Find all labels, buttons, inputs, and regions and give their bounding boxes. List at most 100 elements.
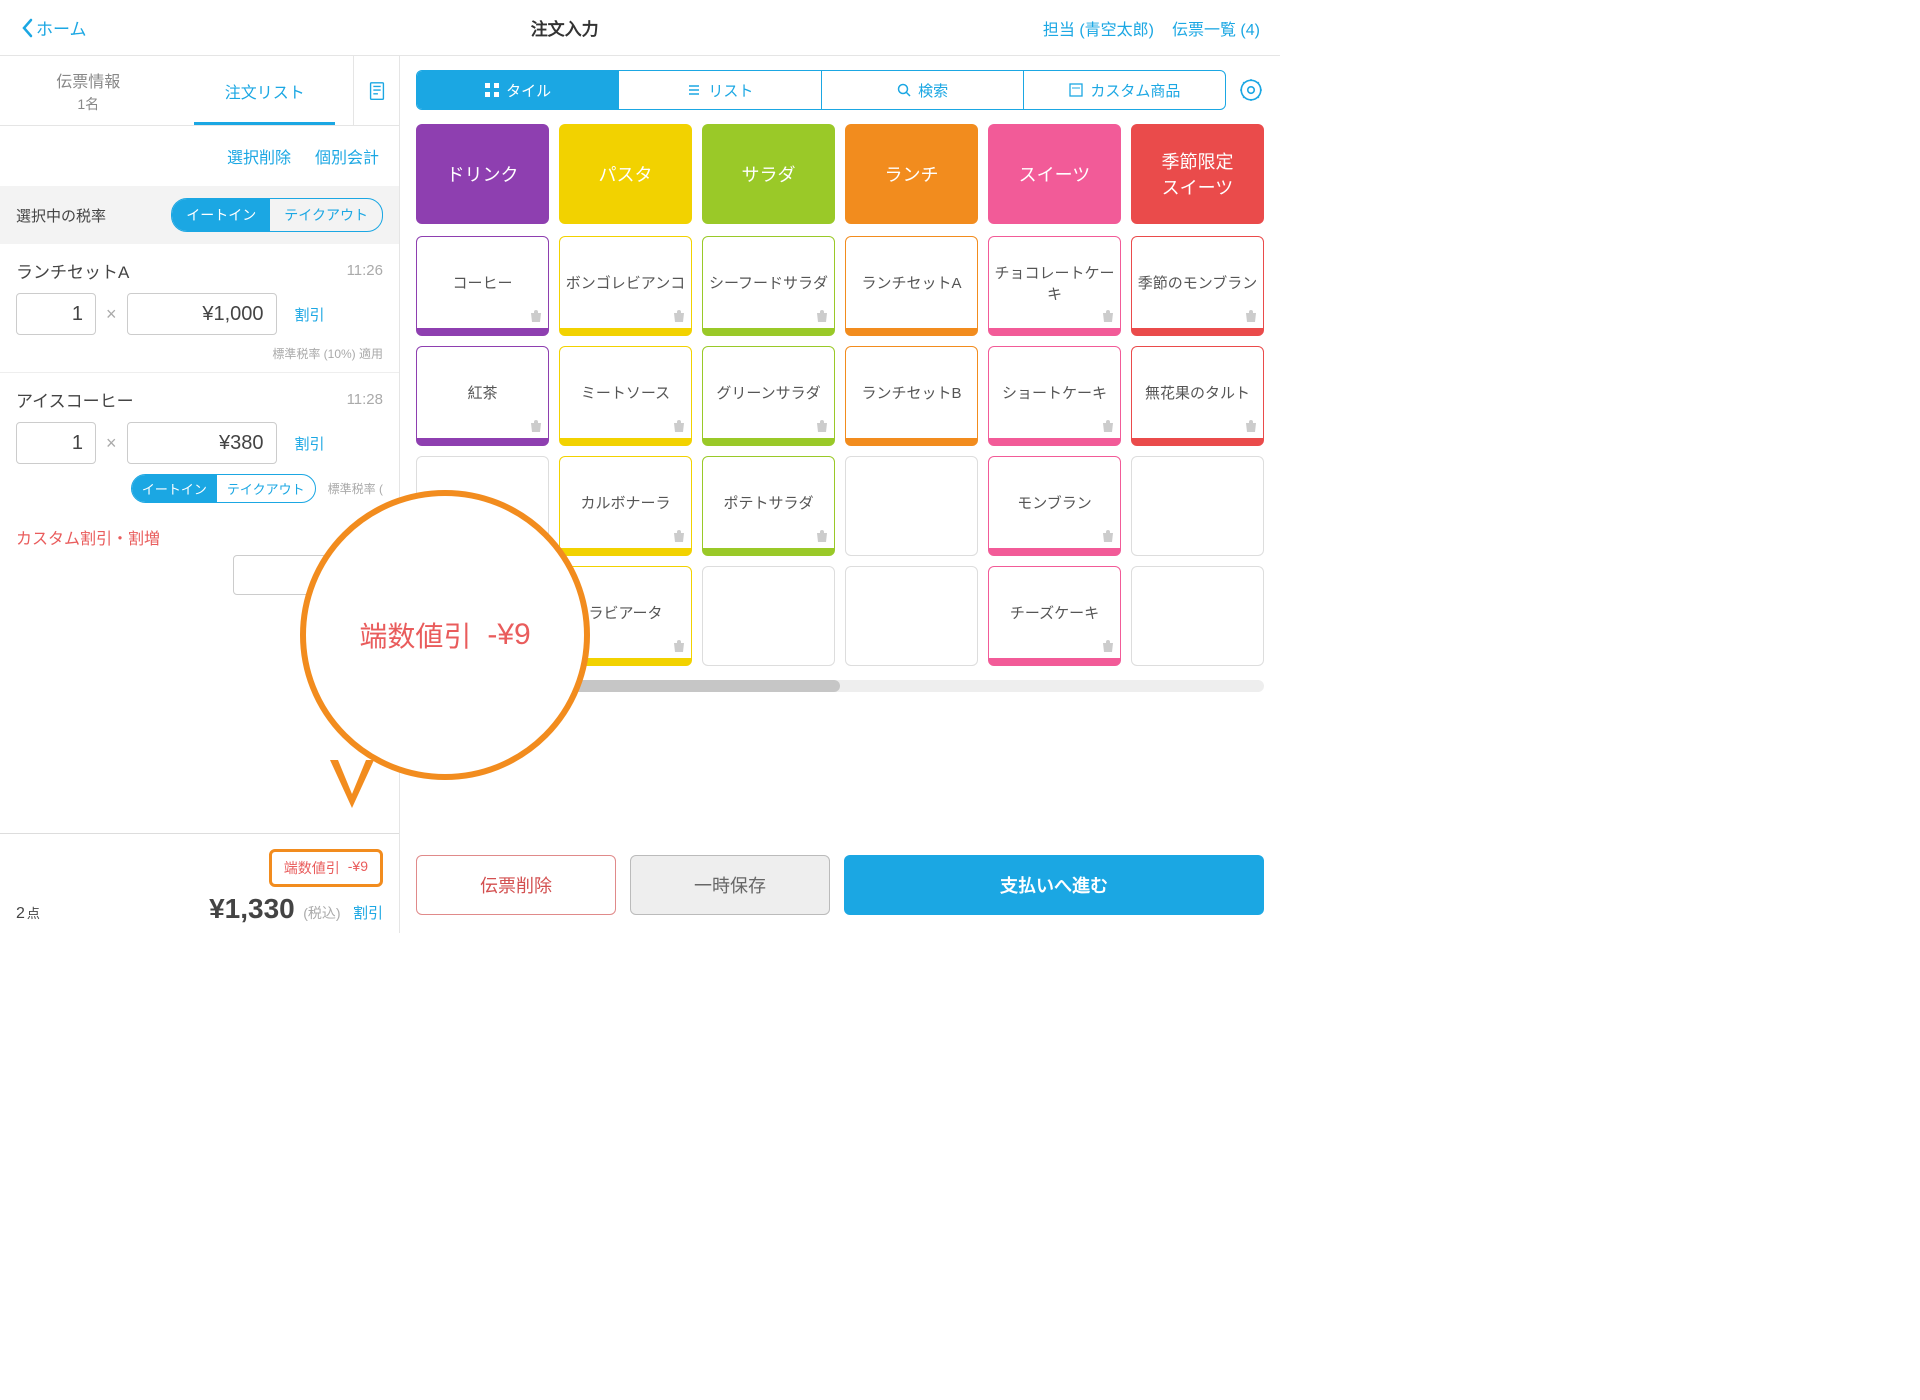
gear-icon bbox=[1238, 77, 1264, 103]
seg-tile[interactable]: タイル bbox=[417, 71, 619, 109]
bag-icon bbox=[1100, 308, 1116, 324]
cat-drink[interactable]: ドリンク bbox=[416, 124, 549, 224]
back-button[interactable]: ホーム bbox=[20, 15, 87, 40]
bag-icon bbox=[1243, 418, 1259, 434]
product-tile bbox=[845, 456, 978, 556]
seg-list[interactable]: リスト bbox=[619, 71, 821, 109]
order-item: ランチセットA 11:26 1 × ¥1,000 割引 標準税率 (10%) 適… bbox=[0, 244, 399, 373]
delete-selected[interactable]: 選択削除 bbox=[227, 144, 291, 168]
seg-custom[interactable]: カスタム商品 bbox=[1024, 71, 1225, 109]
pay-button[interactable]: 支払いへ進む bbox=[844, 855, 1264, 915]
bag-icon bbox=[671, 528, 687, 544]
bag-icon bbox=[814, 418, 830, 434]
total-discount[interactable]: 割引 bbox=[353, 905, 383, 922]
receipt-icon bbox=[366, 80, 388, 102]
product-tile[interactable]: コーヒー bbox=[416, 236, 549, 336]
item-tax-note: 標準税率 ( bbox=[328, 480, 383, 497]
item-discount[interactable]: 割引 bbox=[295, 433, 325, 454]
seg-label: タイル bbox=[506, 80, 551, 101]
delete-slip-button[interactable]: 伝票削除 bbox=[416, 855, 616, 915]
product-tile bbox=[1131, 456, 1264, 556]
seg-label: カスタム商品 bbox=[1090, 80, 1180, 101]
settings-button[interactable] bbox=[1238, 77, 1264, 103]
cat-lunch[interactable]: ランチ bbox=[845, 124, 978, 224]
price-input[interactable]: ¥1,000 bbox=[127, 293, 277, 335]
item-time: 11:28 bbox=[347, 391, 383, 408]
product-tile[interactable]: シーフードサラダ bbox=[702, 236, 835, 336]
product-tile[interactable]: モンブラン bbox=[988, 456, 1121, 556]
bag-icon bbox=[528, 308, 544, 324]
grid-icon bbox=[484, 82, 500, 98]
seg-search[interactable]: 検索 bbox=[822, 71, 1024, 109]
tax-inclusive: (税込) bbox=[303, 905, 340, 921]
item-tax-note: 標準税率 (10%) 適用 bbox=[272, 345, 383, 362]
price-input[interactable]: ¥380 bbox=[127, 422, 277, 464]
tab-sublabel: 1名 bbox=[77, 94, 99, 114]
product-tile[interactable]: ランチセットB bbox=[845, 346, 978, 446]
individual-checkout[interactable]: 個別会計 bbox=[315, 144, 379, 168]
list-icon bbox=[686, 82, 702, 98]
product-tile[interactable]: ランチセットA bbox=[845, 236, 978, 336]
item-name: ランチセットA bbox=[16, 258, 129, 283]
rounding-highlight: 端数値引 -¥9 bbox=[269, 849, 383, 887]
tab-label: 注文リスト bbox=[225, 79, 305, 103]
bag-icon bbox=[814, 528, 830, 544]
staff-link[interactable]: 担当 (青空太郎) bbox=[1043, 16, 1154, 40]
product-tile[interactable]: グリーンサラダ bbox=[702, 346, 835, 446]
product-tile bbox=[702, 566, 835, 666]
callout-bubble: 端数値引 -¥9 bbox=[300, 490, 590, 780]
calc-icon bbox=[1068, 82, 1084, 98]
tab-label: 伝票情報 bbox=[56, 68, 120, 92]
product-tile[interactable]: 季節のモンブラン bbox=[1131, 236, 1264, 336]
bag-icon bbox=[1100, 418, 1116, 434]
tab-slip-info[interactable]: 伝票情報 1名 bbox=[0, 56, 177, 125]
total-amount: ¥1,330 bbox=[209, 893, 295, 924]
item-discount[interactable]: 割引 bbox=[295, 304, 325, 325]
multiply-icon: × bbox=[106, 304, 117, 325]
product-tile[interactable]: ミートソース bbox=[559, 346, 692, 446]
back-label: ホーム bbox=[36, 15, 87, 40]
tax-rate-label: 選択中の税率 bbox=[16, 205, 106, 226]
rounding-amount: -¥9 bbox=[348, 858, 368, 878]
callout-tail bbox=[330, 760, 374, 808]
product-tile[interactable]: カルボナーラ bbox=[559, 456, 692, 556]
cat-sweets[interactable]: スイーツ bbox=[988, 124, 1121, 224]
eatin-toggle[interactable]: イートイン bbox=[132, 475, 217, 502]
bag-icon bbox=[814, 308, 830, 324]
order-item: アイスコーヒー 11:28 1 × ¥380 割引 イートイン テイクアウト 標… bbox=[0, 373, 399, 513]
bag-icon bbox=[671, 418, 687, 434]
hold-button[interactable]: 一時保存 bbox=[630, 855, 830, 915]
product-tile[interactable]: ショートケーキ bbox=[988, 346, 1121, 446]
takeout-toggle[interactable]: テイクアウト bbox=[270, 199, 382, 231]
item-count: 2点 bbox=[16, 903, 40, 923]
bag-icon bbox=[1243, 308, 1259, 324]
product-tile[interactable]: ボンゴレビアンコ bbox=[559, 236, 692, 336]
product-tile[interactable]: 紅茶 bbox=[416, 346, 549, 446]
tax-pill: イートイン テイクアウト bbox=[171, 198, 383, 232]
product-tile[interactable]: チーズケーキ bbox=[988, 566, 1121, 666]
slip-list-link[interactable]: 伝票一覧 (4) bbox=[1172, 16, 1260, 40]
receipt-icon-button[interactable] bbox=[353, 56, 399, 125]
product-tile[interactable]: ポテトサラダ bbox=[702, 456, 835, 556]
eatin-toggle[interactable]: イートイン bbox=[172, 199, 270, 231]
takeout-toggle[interactable]: テイクアウト bbox=[217, 475, 315, 502]
cat-seasonal[interactable]: 季節限定 スイーツ bbox=[1131, 124, 1264, 224]
bag-icon bbox=[1100, 528, 1116, 544]
product-tile[interactable]: 無花果のタルト bbox=[1131, 346, 1264, 446]
bag-icon bbox=[528, 418, 544, 434]
qty-input[interactable]: 1 bbox=[16, 422, 96, 464]
item-tax-pill: イートイン テイクアウト bbox=[131, 474, 316, 503]
callout-label: 端数値引 bbox=[359, 615, 471, 655]
cat-salad[interactable]: サラダ bbox=[702, 124, 835, 224]
multiply-icon: × bbox=[106, 433, 117, 454]
tab-order-list[interactable]: 注文リスト bbox=[177, 56, 354, 125]
bag-icon bbox=[1100, 638, 1116, 654]
rounding-label: 端数値引 bbox=[284, 858, 340, 878]
cat-pasta[interactable]: パスタ bbox=[559, 124, 692, 224]
page-title: 注文入力 bbox=[87, 15, 1043, 40]
chevron-left-icon bbox=[20, 18, 34, 38]
search-icon bbox=[896, 82, 912, 98]
qty-input[interactable]: 1 bbox=[16, 293, 96, 335]
item-name: アイスコーヒー bbox=[16, 387, 134, 412]
product-tile[interactable]: チョコレートケーキ bbox=[988, 236, 1121, 336]
